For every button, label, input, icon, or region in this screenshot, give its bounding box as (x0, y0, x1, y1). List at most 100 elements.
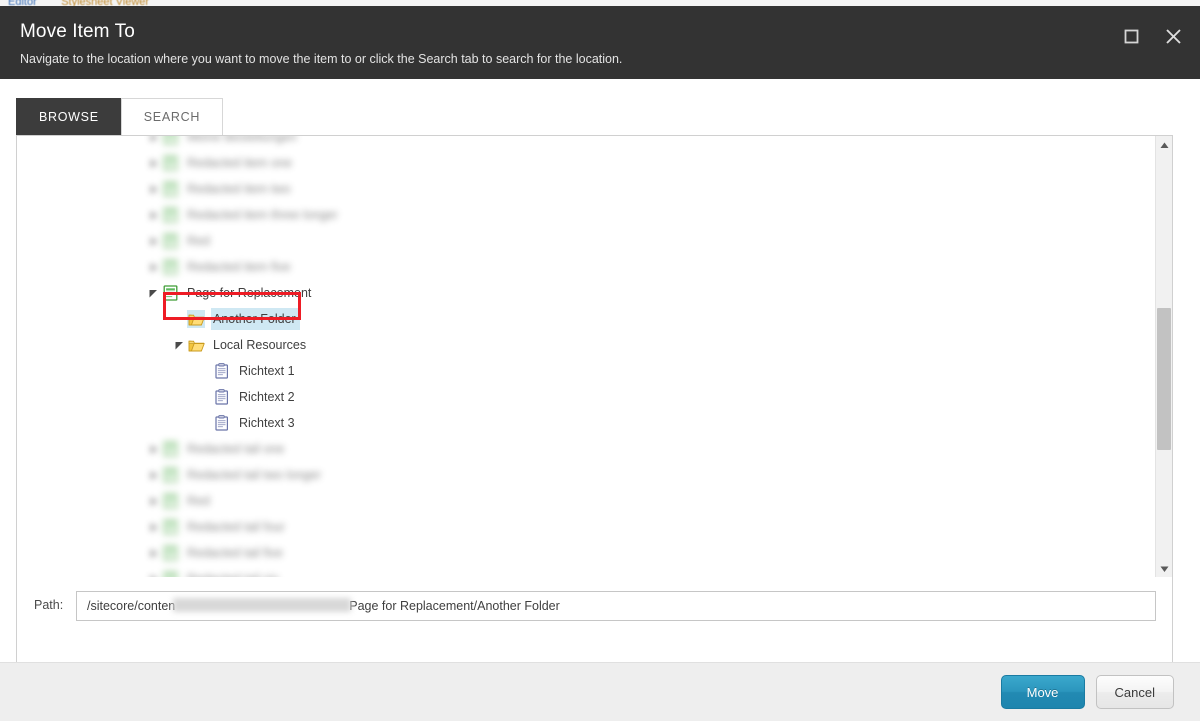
tree-item-label: Red (187, 234, 210, 248)
tree-item[interactable]: Redacted item three longer (17, 202, 1155, 228)
dialog-title: Move Item To (20, 21, 135, 42)
move-button[interactable]: Move (1000, 675, 1085, 709)
expander-closed-icon[interactable] (145, 519, 161, 535)
cancel-button[interactable]: Cancel (1095, 675, 1174, 709)
tree-item-label: Richtext 3 (239, 416, 295, 430)
maximize-icon (1124, 29, 1139, 44)
screen-root: Editor Stylesheet Viewer Move Item To Na… (0, 0, 1200, 721)
richtext-doc-icon (213, 414, 231, 432)
tree-item-label: Local Resources (213, 338, 307, 352)
tree-item-label: Another Folder (211, 308, 300, 330)
tree-item-label: Redacted tail five (187, 546, 283, 560)
tree-item-label: Richtext 1 (239, 364, 295, 378)
green-doc-icon (161, 154, 179, 172)
path-value-prefix: /sitecore/conten (87, 599, 176, 613)
tabstrip: BROWSE SEARCH (16, 98, 224, 135)
tree-item[interactable]: Red (17, 228, 1155, 254)
expander-closed-icon[interactable] (145, 207, 161, 223)
expander-closed-icon[interactable] (145, 571, 161, 577)
tree-item-selected[interactable]: Another Folder (17, 306, 1155, 332)
green-doc-icon (161, 570, 179, 577)
tree-item[interactable]: Redacted item two (17, 176, 1155, 202)
richtext-doc-icon (213, 388, 231, 406)
green-doc-icon (161, 440, 179, 458)
close-button[interactable] (1160, 23, 1186, 49)
richtext-doc-icon (213, 362, 231, 380)
dialog-header: Move Item To Navigate to the location wh… (0, 6, 1200, 79)
tree-item[interactable]: Page for Replacement (17, 280, 1155, 306)
tree-item[interactable]: Richtext 1 (17, 358, 1155, 384)
path-label: Path: (34, 598, 64, 612)
tree-item[interactable]: Redacted tail one (17, 436, 1155, 462)
expander-closed-icon[interactable] (145, 155, 161, 171)
browse-panel: Meine Bestellungen Redacted item one Redac… (16, 135, 1173, 662)
scroll-up-button[interactable] (1156, 136, 1172, 153)
green-doc-icon (161, 518, 179, 536)
move-item-dialog: Move Item To Navigate to the location wh… (0, 6, 1200, 721)
green-doc-icon (161, 206, 179, 224)
close-icon (1165, 28, 1182, 45)
tree-item-label: Redacted tail two longer (187, 468, 322, 482)
tab-search[interactable]: SEARCH (120, 98, 224, 135)
tree-item[interactable]: Red (17, 488, 1155, 514)
triangle-up-icon (1160, 136, 1169, 154)
expander-closed-icon[interactable] (145, 493, 161, 509)
tree-item[interactable]: Redacted tail four (17, 514, 1155, 540)
tree-item-label: Redacted tail one (187, 442, 285, 456)
green-doc-icon (161, 466, 179, 484)
tree-item[interactable]: Redacted tail six (17, 566, 1155, 577)
item-tree-viewport[interactable]: Meine Bestellungen Redacted item one Redac… (17, 136, 1155, 577)
path-value-suffix: Page for Replacement/Another Folder (349, 599, 560, 613)
expander-closed-icon[interactable] (145, 136, 161, 145)
tree-item[interactable]: Redacted item one (17, 150, 1155, 176)
expander-open-icon[interactable] (145, 285, 161, 301)
folder-icon (187, 310, 205, 328)
expander-closed-icon[interactable] (145, 181, 161, 197)
green-doc-icon (161, 136, 179, 146)
expander-closed-icon[interactable] (145, 259, 161, 275)
tree-item[interactable]: Redacted item five (17, 254, 1155, 280)
expander-closed-icon[interactable] (145, 233, 161, 249)
tree-item[interactable]: Richtext 3 (17, 410, 1155, 436)
tree-item[interactable]: Redacted tail five (17, 540, 1155, 566)
tree-item-label: Page for Replacement (187, 286, 312, 300)
triangle-down-icon (1160, 560, 1169, 578)
maximize-button[interactable] (1118, 23, 1144, 49)
dialog-footer: Move Cancel (0, 662, 1200, 721)
path-row: Path: /sitecore/conten Page for Replaceme… (17, 578, 1172, 662)
green-doc-icon (161, 258, 179, 276)
item-tree: Meine Bestellungen Redacted item one Redac… (17, 136, 1155, 577)
dialog-body: BROWSE SEARCH Meine Bestellungen Redacted… (0, 79, 1200, 662)
expander-open-icon[interactable] (171, 337, 187, 353)
tree-item-label: Richtext 2 (239, 390, 295, 404)
tree-item-label: Redacted item one (187, 156, 292, 170)
tree-item[interactable]: Meine Bestellungen (17, 136, 1155, 150)
tree-item[interactable]: Richtext 2 (17, 384, 1155, 410)
expander-closed-icon[interactable] (145, 467, 161, 483)
green-doc-icon (161, 492, 179, 510)
expander-closed-icon[interactable] (145, 441, 161, 457)
tree-vertical-scrollbar[interactable] (1155, 136, 1172, 577)
green-doc-icon (161, 232, 179, 250)
scrollbar-thumb[interactable] (1157, 308, 1171, 450)
tree-item-label: Redacted tail four (187, 520, 285, 534)
tab-browse[interactable]: BROWSE (16, 98, 122, 135)
tree-item-label: Redacted tail six (185, 568, 283, 577)
tree-item-label: Red (187, 494, 210, 508)
tree-item-label: Meine Bestellungen (187, 136, 297, 144)
window-controls (1118, 23, 1186, 49)
green-doc-icon (161, 284, 179, 302)
tree-item[interactable]: Redacted tail two longer (17, 462, 1155, 488)
scroll-down-button[interactable] (1156, 560, 1172, 577)
tree-item-label: Redacted item two (187, 182, 291, 196)
tree-item-label: Redacted item three longer (187, 208, 338, 222)
path-input[interactable]: /sitecore/conten Page for Replacement/Ano… (76, 591, 1156, 621)
tree-item-label: Redacted item five (187, 260, 291, 274)
path-redacted-segment (173, 598, 352, 612)
dialog-subtitle: Navigate to the location where you want … (20, 52, 623, 66)
expander-closed-icon[interactable] (145, 545, 161, 561)
green-doc-icon (161, 544, 179, 562)
green-doc-icon (161, 180, 179, 198)
tree-item[interactable]: Local Resources (17, 332, 1155, 358)
folder-icon (187, 336, 205, 354)
